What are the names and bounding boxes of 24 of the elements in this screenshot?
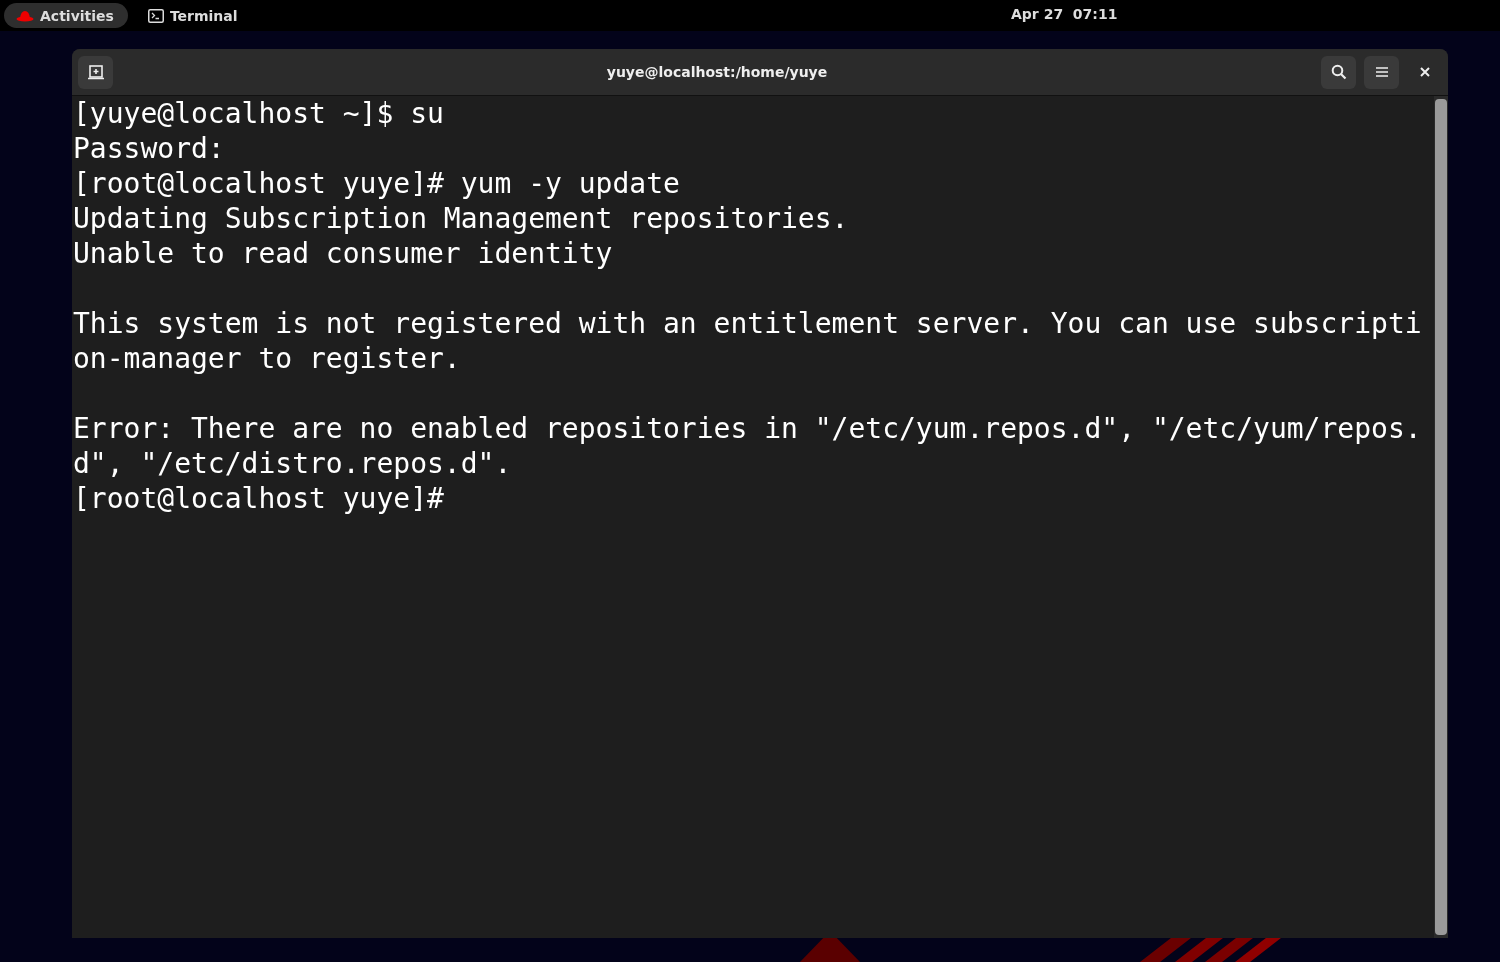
terminal-line: Unable to read consumer identity — [73, 237, 613, 270]
clock[interactable]: Apr 27 07:11 — [1011, 6, 1118, 22]
menu-button[interactable] — [1364, 55, 1399, 89]
terminal-line: d", "/etc/distro.repos.d". — [73, 447, 512, 480]
terminal-line: Password: — [73, 132, 225, 165]
terminal-line: Error: There are no enabled repositories in "/etc/yum.repos.d", "/etc/yum/repos. — [73, 412, 1422, 445]
close-icon — [1419, 67, 1430, 77]
terminal-line: [root@localhost yuye]# — [73, 482, 444, 515]
window-title: yuye@localhost:/home/yuye — [605, 64, 829, 80]
menu-icon — [1375, 66, 1388, 78]
terminal-app-menu[interactable]: Terminal — [147, 7, 238, 24]
new-tab-icon — [87, 64, 104, 80]
terminal-line: [root@localhost yuye]# yum -y update — [73, 167, 680, 200]
hat-icon — [16, 9, 34, 22]
terminal-line: Updating Subscription Management repositories. — [73, 202, 849, 235]
terminal-line: on-manager to register. — [73, 342, 461, 375]
activities-button[interactable]: Activities — [4, 3, 128, 28]
new-tab-button[interactable] — [78, 55, 113, 89]
terminal-line: [yuye@localhost ~]$ su — [73, 97, 444, 130]
terminal-line: This system is not registered with an entitlement server. You can use subscripti — [73, 307, 1422, 340]
search-button[interactable] — [1321, 55, 1356, 89]
scrollbar[interactable] — [1434, 96, 1448, 938]
search-icon — [1330, 64, 1347, 80]
terminal-icon — [147, 8, 164, 23]
